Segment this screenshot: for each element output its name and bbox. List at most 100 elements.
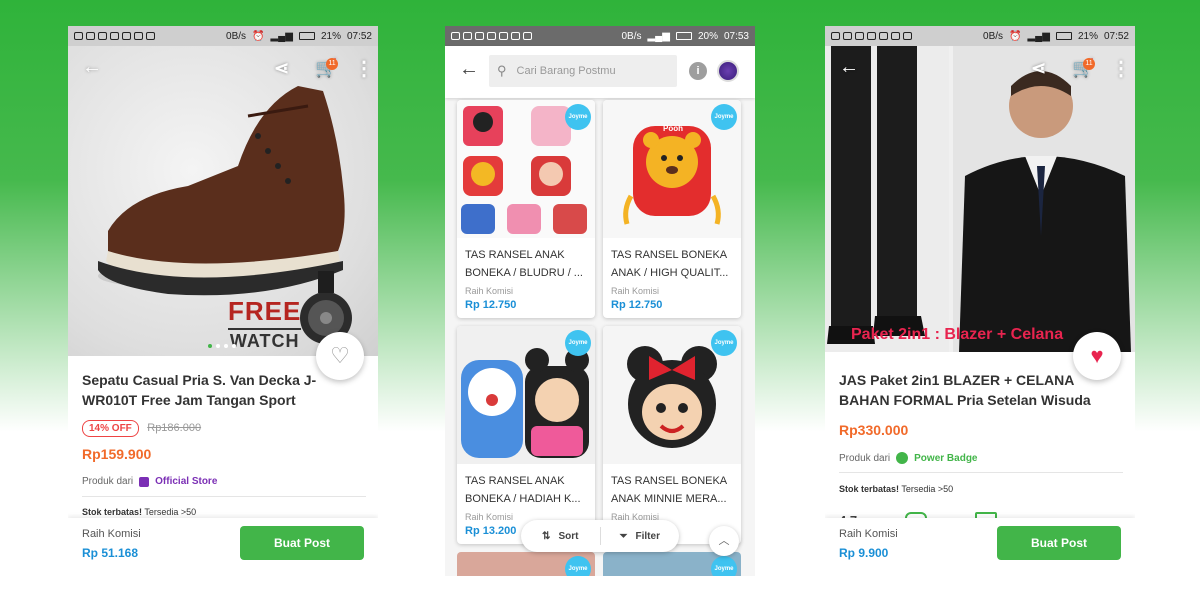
signal-icon: ▂▄▆ <box>647 30 670 42</box>
phone-product-detail-suit: 0B/s ⏰ ▂▄▆ 21% 07:52 Paket 2in1 : Blazer… <box>825 26 1135 576</box>
commission-label: Raih Komisi <box>611 286 660 296</box>
divider <box>839 472 1123 473</box>
battery-icon <box>1055 32 1072 40</box>
discount-badge: 14% OFF <box>82 420 139 437</box>
product-title: Sepatu Casual Pria S. Van Decka J-WR010T… <box>82 372 317 408</box>
create-post-button[interactable]: Buat Post <box>240 526 364 560</box>
product-price: Rp 13.200 <box>465 525 517 537</box>
power-badge-label[interactable]: Power Badge <box>914 453 977 464</box>
original-price: Rp186.000 <box>147 422 202 434</box>
more-menu-icon[interactable]: ⋮ <box>1111 56 1131 81</box>
product-image: Pooh Joyme <box>603 100 741 238</box>
back-arrow-icon[interactable]: ← <box>839 56 859 79</box>
divider <box>82 496 366 497</box>
battery-icon <box>675 32 692 40</box>
stock-label: Stok terbatas! <box>82 507 143 517</box>
scroll-to-top-button[interactable]: ︿ <box>709 526 739 556</box>
stock-label: Stok terbatas! <box>839 484 900 494</box>
notification-icon <box>487 32 496 40</box>
sort-filter-bar: ⇅ Sort ⏷ Filter <box>521 520 679 552</box>
status-bar: 0B/s ⏰ ▂▄▆ 21% 07:52 <box>68 26 378 46</box>
product-image: Joyme <box>603 326 741 464</box>
cart-count-badge: 11 <box>326 58 338 70</box>
power-badge-icon <box>896 452 909 464</box>
product-title: TAS RANSEL BONEKA ANAK MINNIE MERA... <box>611 475 727 505</box>
product-title: TAS RANSEL ANAK BONEKA / HADIAH K... <box>465 475 581 505</box>
notification-icons <box>451 32 532 40</box>
joyme-badge: Joyme <box>565 556 591 576</box>
notification-icon <box>831 32 840 40</box>
notification-icon <box>74 32 83 40</box>
signal-icon: ▂▄▆ <box>1027 30 1050 42</box>
notification-icon <box>879 32 888 40</box>
battery-level: 20% <box>697 30 718 42</box>
product-card[interactable]: Pooh Joyme TAS RANSEL BONEKA ANAK / HIGH… <box>603 100 741 318</box>
more-menu-icon[interactable]: ⋮ <box>354 56 374 81</box>
sort-icon: ⇅ <box>542 530 551 542</box>
back-arrow-icon[interactable]: ← <box>459 58 479 81</box>
clock: 07:52 <box>346 30 372 42</box>
notification-icon <box>122 32 131 40</box>
carousel-dot[interactable] <box>216 344 220 348</box>
notification-icons <box>831 32 912 40</box>
product-price: Rp 12.750 <box>465 299 517 311</box>
notification-icon <box>511 32 520 40</box>
search-input[interactable]: ⚲ Cari Barang Postmu <box>489 55 677 87</box>
phone-product-detail-shoe: 0B/s ⏰ ▂▄▆ 21% 07:52 FREE WATCH ← ⋖ 🛒 11… <box>68 26 378 576</box>
joyme-badge: Joyme <box>565 330 591 356</box>
share-icon[interactable]: ⋖ <box>1031 58 1046 79</box>
create-post-button[interactable]: Buat Post <box>997 526 1121 560</box>
cart-count-badge: 11 <box>1083 58 1095 70</box>
battery-icon <box>298 32 315 40</box>
product-image-carousel[interactable]: Paket 2in1 : Blazer + Celana ← ⋖ 🛒 11 ⋮ <box>825 46 1135 352</box>
notification-icon <box>867 32 876 40</box>
filter-icon: ⏷ <box>619 530 628 542</box>
carousel-dot[interactable] <box>224 344 228 348</box>
filter-button[interactable]: ⏷ Filter <box>601 531 680 542</box>
alarm-icon: ⏰ <box>252 30 265 42</box>
product-price: Rp159.900 <box>82 446 152 462</box>
status-bar: 0B/s ⏰ ▂▄▆ 21% 07:52 <box>825 26 1135 46</box>
clock: 07:52 <box>1103 30 1129 42</box>
commission-label: Raih Komisi <box>465 512 514 522</box>
status-bar: 0B/s ▂▄▆ 20% 07:53 <box>445 26 755 46</box>
share-icon[interactable]: ⋖ <box>274 58 289 79</box>
product-price: Rp 12.750 <box>611 299 663 311</box>
shoe-image <box>98 86 352 344</box>
back-arrow-icon[interactable]: ← <box>82 56 102 79</box>
product-card[interactable]: Joyme TAS RANSEL BONEKA ANAK MINNIE MERA… <box>603 326 741 544</box>
avatar[interactable] <box>717 60 739 82</box>
commission-label: Raih Komisi <box>839 528 898 540</box>
promo-watch-text: WATCH <box>229 331 300 351</box>
product-card[interactable]: Joyme TAS RANSEL ANAK BONEKA / HADIAH K.… <box>457 326 595 544</box>
sort-label: Sort <box>558 530 579 542</box>
search-header: ← ⚲ Cari Barang Postmu i <box>445 46 755 98</box>
carousel-dot[interactable] <box>232 344 236 348</box>
alarm-icon: ⏰ <box>1009 30 1022 42</box>
carousel-dots <box>208 344 236 348</box>
search-icon: ⚲ <box>497 63 507 78</box>
promo-free-text: FREE <box>228 296 302 326</box>
suit-image <box>825 46 1135 352</box>
seller-prefix: Produk dari <box>82 476 134 487</box>
notification-icon <box>98 32 107 40</box>
seller-prefix: Produk dari <box>839 452 891 464</box>
product-card[interactable]: Joyme <box>457 552 595 576</box>
product-title: TAS RANSEL ANAK BONEKA / BLUDRU / ... <box>465 249 583 279</box>
notification-icon <box>843 32 852 40</box>
commission-value: Rp 51.168 <box>82 546 139 560</box>
battery-level: 21% <box>320 30 341 42</box>
commission-value: Rp 9.900 <box>839 546 889 560</box>
product-image-carousel[interactable]: FREE WATCH ← ⋖ 🛒 11 ⋮ <box>68 46 378 356</box>
product-card[interactable]: Joyme TAS RANSEL ANAK BONEKA / BLUDRU / … <box>457 100 595 318</box>
info-icon[interactable]: i <box>689 62 707 80</box>
heart-filled-icon: ♥ <box>1090 343 1104 368</box>
notification-icon <box>146 32 155 40</box>
carousel-dot[interactable] <box>208 344 212 348</box>
product-image: Joyme <box>457 100 595 238</box>
official-store-label[interactable]: Official Store <box>155 476 217 487</box>
notification-icon <box>475 32 484 40</box>
filter-label: Filter <box>635 530 660 542</box>
product-title: JAS Paket 2in1 BLAZER + CELANA BAHAN FOR… <box>839 372 1091 408</box>
sort-button[interactable]: ⇅ Sort <box>521 531 600 542</box>
